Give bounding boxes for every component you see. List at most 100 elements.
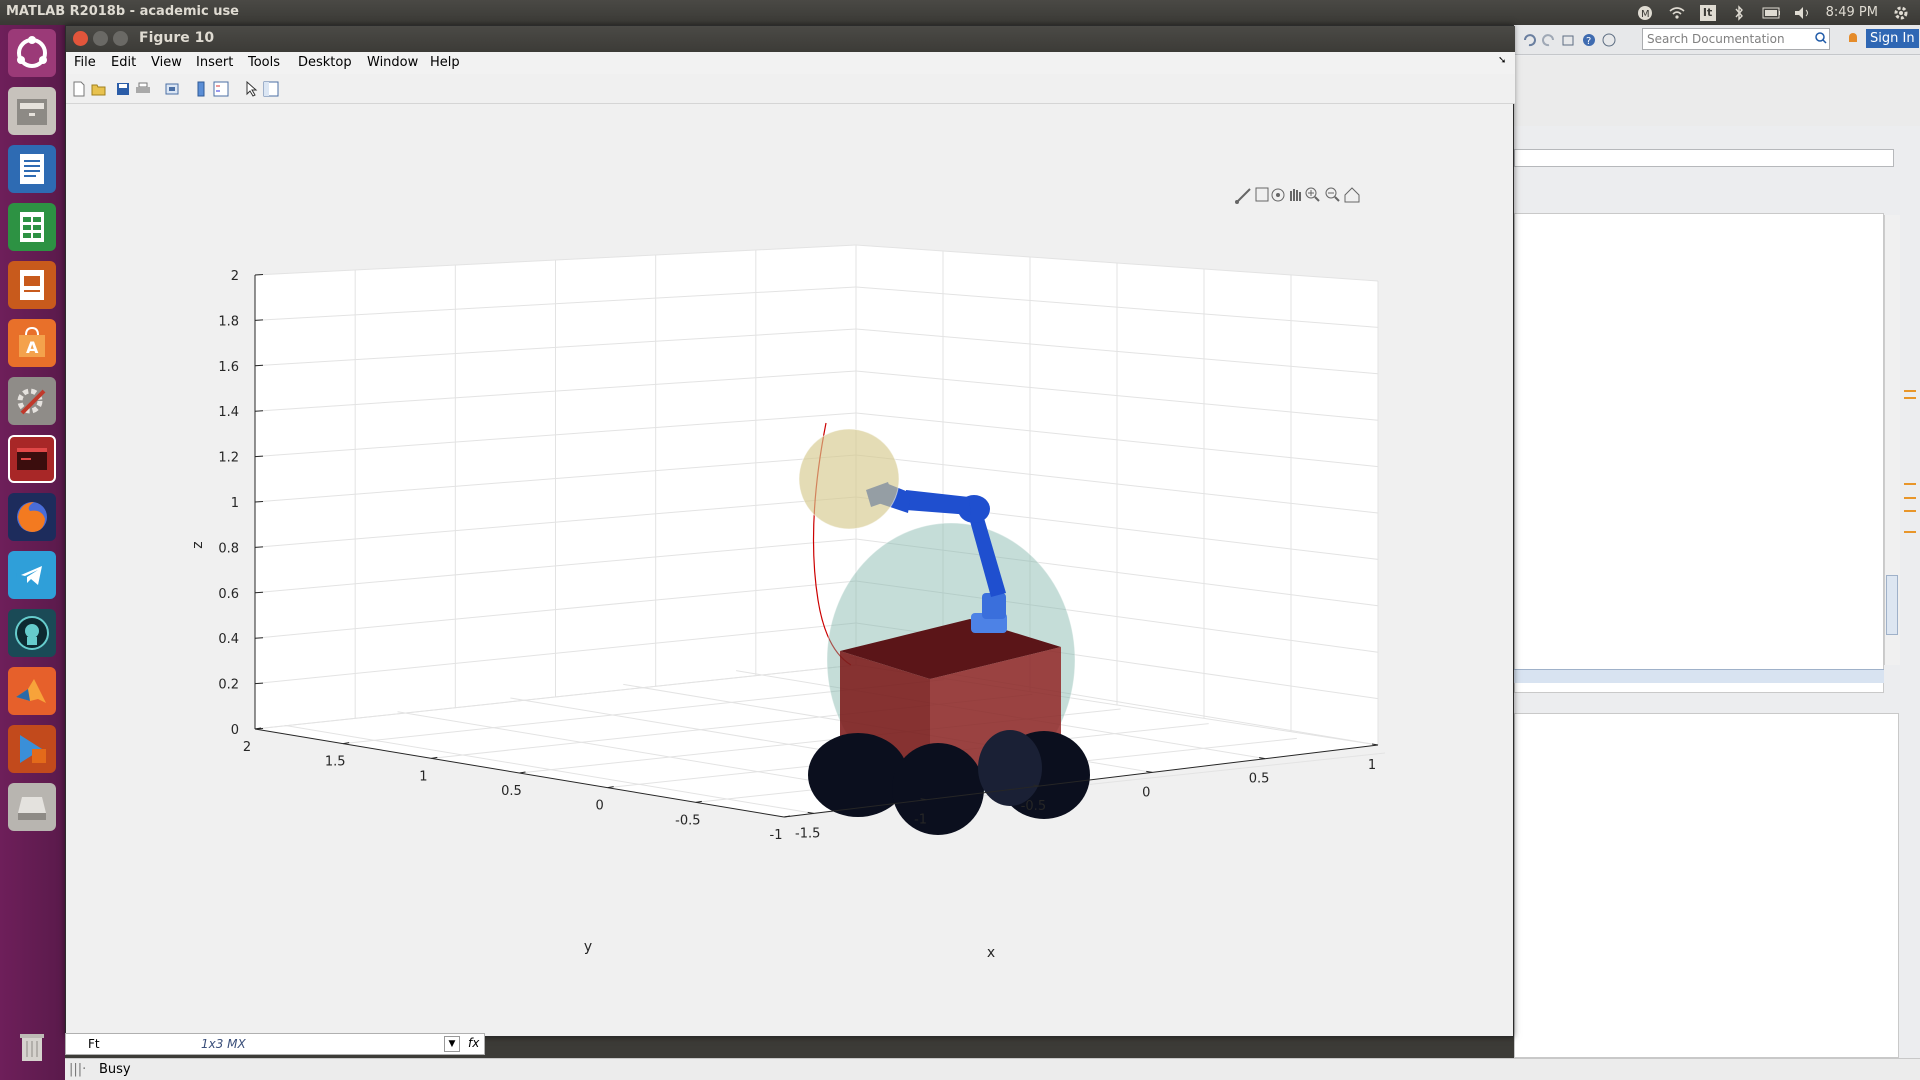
dock-arrow-icon[interactable]: ➘	[1498, 55, 1506, 66]
editor-marker	[1904, 510, 1916, 512]
insert-legend-icon[interactable]	[212, 80, 230, 98]
scrollbar-thumb[interactable]	[1886, 575, 1898, 635]
telegram-icon[interactable]	[8, 551, 56, 599]
editor-marker	[1904, 497, 1916, 499]
figure-menubar: File Edit View Insert Tools Desktop Wind…	[66, 52, 1515, 74]
x-axis-label: x	[987, 945, 995, 961]
z-tick	[254, 546, 264, 548]
current-folder-panel[interactable]	[1514, 213, 1884, 693]
system-tray: M It 8:49 PM	[1636, 0, 1920, 25]
menu-tools[interactable]: Tools	[248, 55, 280, 70]
brush-icon[interactable]	[1235, 188, 1251, 204]
calc-icon[interactable]	[8, 203, 56, 251]
menu-insert[interactable]: Insert	[196, 55, 233, 70]
editor-marker	[1904, 390, 1916, 392]
volume-icon[interactable]	[1794, 5, 1812, 21]
writer-icon[interactable]	[8, 145, 56, 193]
fx-icon[interactable]: fx	[468, 1036, 479, 1050]
x-tick-label: -0.5	[1021, 799, 1046, 814]
menu-view[interactable]: View	[151, 55, 182, 70]
editor-marker	[1904, 397, 1916, 399]
zoom-out-icon[interactable]	[1325, 187, 1340, 202]
matlab-icon[interactable]	[8, 667, 56, 715]
3d-axes[interactable]: 0 0.2 0.4 0.6 0.8 1 1.2 1.4 1.6 1.8 2 2 1.5 1 0.5 0 -0.5…	[66, 105, 1513, 1036]
z-tick	[254, 410, 264, 412]
menu-window[interactable]: Window	[367, 55, 418, 70]
x-tick-label: -1	[914, 813, 927, 828]
z-tick-label: 1.4	[218, 405, 239, 420]
horizontal-scrollbar[interactable]	[1514, 669, 1884, 683]
figure-titlebar[interactable]: Figure 10	[66, 26, 1515, 52]
maximize-window-icon[interactable]	[113, 31, 128, 46]
help-icon[interactable]: ?	[1580, 31, 1598, 49]
matlab-desktop-background: ? Search Documentation Sign In	[1514, 25, 1920, 1080]
undo-icon[interactable]	[1520, 31, 1538, 49]
gitkraken-icon[interactable]	[8, 609, 56, 657]
settings-gear-icon[interactable]	[1892, 5, 1910, 21]
terminal-app-icon[interactable]	[8, 435, 56, 483]
y-tick-label: 0.5	[501, 784, 522, 799]
drive-icon[interactable]	[8, 783, 56, 831]
toolstrip-area	[1514, 56, 1920, 126]
keyboard-layout-icon[interactable]: It	[1699, 4, 1716, 21]
z-tick	[254, 637, 264, 639]
edit-plot-arrow-icon[interactable]	[242, 80, 260, 98]
search-icon[interactable]	[1812, 29, 1830, 47]
community-icon[interactable]	[1600, 31, 1618, 49]
link-plot-icon[interactable]	[164, 80, 182, 98]
bluetooth-icon[interactable]	[1730, 4, 1748, 21]
trash-icon[interactable]	[8, 1023, 56, 1071]
x-tick-label: -1.5	[795, 826, 820, 841]
y-tick-label: 2	[243, 740, 251, 755]
clock[interactable]: 8:49 PM	[1826, 5, 1878, 20]
ubuntu-dash-icon[interactable]	[8, 29, 56, 77]
switch-windows-icon[interactable]	[1560, 31, 1578, 49]
open-file-icon[interactable]	[90, 80, 108, 98]
wifi-icon[interactable]	[1668, 5, 1686, 21]
new-figure-icon[interactable]	[70, 80, 88, 98]
print-figure-icon[interactable]	[134, 80, 152, 98]
close-window-icon[interactable]	[73, 31, 88, 46]
figure-window[interactable]: Figure 10 File Edit View Insert Tools De…	[65, 25, 1515, 1037]
rotate-3d-icon[interactable]	[1271, 188, 1285, 202]
insert-colorbar-icon[interactable]	[192, 80, 210, 98]
axes-area[interactable]: 0 0.2 0.4 0.6 0.8 1 1.2 1.4 1.6 1.8 2 2 1.5 1 0.5 0 -0.5…	[66, 105, 1513, 1036]
data-tips-icon[interactable]	[1255, 187, 1269, 202]
minimize-window-icon[interactable]	[93, 31, 108, 46]
pan-icon[interactable]	[1290, 189, 1301, 201]
sign-in-button[interactable]: Sign In	[1866, 29, 1919, 48]
system-settings-icon[interactable]	[8, 377, 56, 425]
dropdown-arrow-icon[interactable]: ▼	[444, 1036, 460, 1052]
z-tick	[254, 319, 264, 321]
z-tick	[254, 501, 264, 503]
window-title: MATLAB R2018b - academic use	[6, 4, 239, 19]
battery-icon[interactable]	[1762, 5, 1780, 21]
restore-view-home-icon[interactable]	[1344, 187, 1360, 203]
z-tick-label: 0.2	[218, 678, 239, 693]
search-documentation-input[interactable]: Search Documentation	[1642, 28, 1830, 50]
current-folder-address-bar[interactable]	[1514, 149, 1894, 167]
z-tick-label: 0.4	[218, 632, 239, 647]
menu-help[interactable]: Help	[430, 55, 460, 70]
workspace-row[interactable]: Ft 1x3 MX ▼ fx	[65, 1033, 485, 1055]
property-editor-icon[interactable]	[262, 80, 280, 98]
menu-edit[interactable]: Edit	[111, 55, 136, 70]
notification-bell-icon[interactable]	[1844, 29, 1862, 47]
software-center-icon[interactable]: A	[8, 319, 56, 367]
simulink-icon[interactable]	[8, 725, 56, 773]
x-tick-label: 0	[1142, 785, 1150, 800]
redo-icon[interactable]	[1540, 31, 1558, 49]
zoom-in-icon[interactable]	[1305, 187, 1320, 202]
impress-icon[interactable]	[8, 261, 56, 309]
y-tick-label: 1.5	[325, 755, 346, 770]
save-figure-icon[interactable]	[114, 80, 132, 98]
status-bar: |||· Busy	[65, 1058, 1920, 1080]
menu-file[interactable]: File	[74, 55, 96, 70]
menu-desktop[interactable]: Desktop	[298, 55, 352, 70]
z-tick-label: 2	[231, 269, 239, 284]
m-indicator-icon[interactable]: M	[1636, 5, 1654, 21]
files-icon[interactable]	[8, 87, 56, 135]
z-tick-label: 0.6	[218, 587, 239, 602]
command-window-panel[interactable]	[1514, 713, 1899, 1058]
firefox-icon[interactable]	[8, 493, 56, 541]
